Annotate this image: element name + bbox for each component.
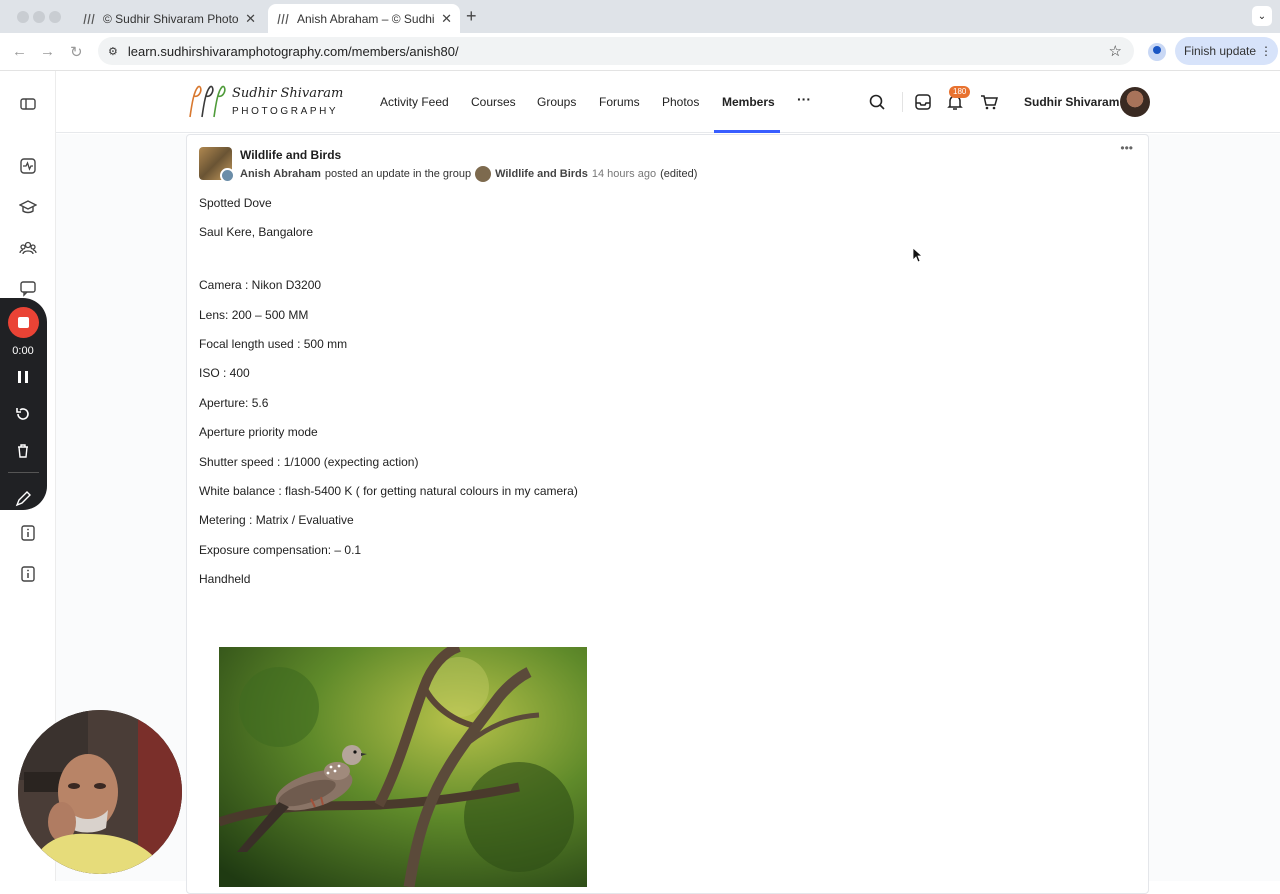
post-text-line: Exposure compensation: – 0.1	[199, 543, 362, 557]
post-text-line: White balance : flash-5400 K ( for getti…	[199, 484, 578, 498]
browser-tab[interactable]: © Sudhir Shivaram Photograp ✕	[74, 4, 264, 33]
pen-draw-icon[interactable]	[15, 491, 31, 507]
restart-icon[interactable]	[15, 406, 31, 422]
activity-post-card: Wildlife and Birds Anish Abraham posted …	[186, 134, 1149, 894]
post-text-line: Metering : Matrix / Evaluative	[199, 513, 354, 527]
post-timestamp[interactable]: 14 hours ago	[592, 168, 656, 180]
groups-icon[interactable]	[19, 239, 37, 257]
nav-members[interactable]: Members	[722, 95, 775, 109]
post-text-line: Focal length used : 500 mm	[199, 337, 348, 351]
forums-chat-icon[interactable]	[19, 279, 37, 297]
site-favicon-icon	[277, 13, 289, 24]
inbox-icon[interactable]	[914, 93, 932, 111]
main-content: Wildlife and Birds Anish Abraham posted …	[56, 134, 1280, 894]
back-arrow-icon[interactable]: ←	[12, 43, 27, 60]
post-action-text: posted an update in the group	[324, 168, 472, 180]
post-text-line: Spotted Dove	[199, 196, 272, 210]
post-author-link[interactable]: Anish Abraham	[240, 168, 321, 180]
post-text-line: Aperture: 5.6	[199, 396, 269, 410]
site-favicon-icon	[83, 13, 95, 24]
post-group-name[interactable]: Wildlife and Birds	[240, 148, 341, 162]
site-settings-icon[interactable]: ⚙	[108, 45, 118, 58]
post-photo-spotted-dove[interactable]	[219, 647, 587, 887]
post-options-icon[interactable]: •••	[1120, 141, 1133, 155]
new-tab-icon[interactable]: +	[466, 6, 477, 27]
group-link-avatar[interactable]	[475, 166, 492, 182]
more-menu-icon[interactable]: ···	[797, 91, 811, 107]
author-mini-avatar[interactable]	[220, 168, 235, 183]
nav-forums[interactable]: Forums	[599, 95, 640, 109]
profile-icon[interactable]	[1148, 43, 1166, 61]
bookmark-star-icon[interactable]: ☆	[1109, 42, 1122, 60]
post-text-line: Camera : Nikon D3200	[199, 278, 322, 292]
tab-search-chevron-icon[interactable]: ⌄	[1252, 6, 1272, 26]
tab-title: © Sudhir Shivaram Photograp	[103, 11, 239, 26]
post-group-link[interactable]: Wildlife and Birds	[495, 168, 588, 180]
search-icon[interactable]	[868, 93, 886, 111]
trash-icon[interactable]	[15, 443, 31, 459]
forward-arrow-icon[interactable]: →	[40, 43, 55, 60]
header-divider	[902, 92, 903, 112]
cart-icon[interactable]	[980, 93, 998, 111]
post-meta: Anish Abraham posted an update in the gr…	[240, 166, 697, 182]
courses-cap-icon[interactable]	[19, 198, 37, 216]
logo-mark-icon	[189, 85, 226, 118]
logo-signature: Sudhir Shivaram	[232, 86, 344, 101]
minimize-window-button[interactable]	[33, 11, 45, 23]
site-logo[interactable]: Sudhir Shivaram PHOTOGRAPHY	[186, 83, 346, 119]
nav-courses[interactable]: Courses	[471, 95, 516, 109]
recorder-divider	[8, 472, 39, 473]
site-header: Sudhir Shivaram PHOTOGRAPHY Activity Fee…	[56, 71, 1280, 133]
screen-recorder-panel: 0:00	[0, 298, 47, 510]
stop-recording-button[interactable]	[8, 307, 39, 338]
recording-time: 0:00	[12, 345, 34, 357]
user-name[interactable]: Sudhir Shivaram	[1024, 95, 1119, 109]
browser-menu-icon[interactable]: ⋮	[1260, 44, 1272, 58]
info-icon[interactable]	[19, 524, 37, 542]
mouse-cursor-icon	[912, 247, 922, 263]
webcam-overlay	[18, 710, 182, 874]
post-edited-label: (edited)	[660, 168, 698, 180]
finish-update-label: Finish update	[1184, 44, 1257, 58]
pause-icon[interactable]	[15, 369, 31, 385]
sidebar-toggle-icon[interactable]	[19, 95, 37, 113]
browser-tab-strip: © Sudhir Shivaram Photograp ✕ Anish Abra…	[0, 0, 1280, 33]
post-text-line: Aperture priority mode	[199, 425, 318, 439]
url-text: learn.sudhirshivaramphotography.com/memb…	[127, 43, 459, 59]
maximize-window-button[interactable]	[49, 11, 61, 23]
browser-tab-active[interactable]: Anish Abraham – © Sudhir Sh ✕	[268, 4, 460, 33]
notification-count-badge: 180	[949, 86, 971, 98]
nav-active-indicator	[714, 130, 780, 133]
close-tab-icon[interactable]: ✕	[441, 11, 452, 27]
nav-activity-feed[interactable]: Activity Feed	[380, 95, 449, 109]
close-window-button[interactable]	[17, 11, 29, 23]
close-tab-icon[interactable]: ✕	[245, 11, 256, 27]
info-icon[interactable]	[19, 565, 37, 583]
post-text-line: Lens: 200 – 500 MM	[199, 308, 309, 322]
address-bar[interactable]: ⚙ learn.sudhirshivaramphotography.com/me…	[98, 37, 1134, 65]
user-avatar[interactable]	[1120, 87, 1150, 117]
browser-toolbar: ← → ↻ ⚙ learn.sudhirshivaramphotography.…	[0, 33, 1280, 71]
post-text-line: ISO : 400	[199, 366, 250, 380]
activity-icon[interactable]	[19, 157, 37, 175]
post-text-line: Handheld	[199, 572, 251, 586]
logo-subtitle: PHOTOGRAPHY	[232, 106, 339, 117]
post-text-line: Shutter speed : 1/1000 (expecting action…	[199, 455, 419, 469]
reload-icon[interactable]: ↻	[70, 43, 83, 61]
nav-groups[interactable]: Groups	[537, 95, 576, 109]
finish-update-button[interactable]: Finish update ⋮	[1175, 37, 1279, 65]
nav-photos[interactable]: Photos	[662, 95, 699, 109]
post-text-line: Saul Kere, Bangalore	[199, 225, 314, 239]
tab-title: Anish Abraham – © Sudhir Sh	[297, 11, 435, 26]
